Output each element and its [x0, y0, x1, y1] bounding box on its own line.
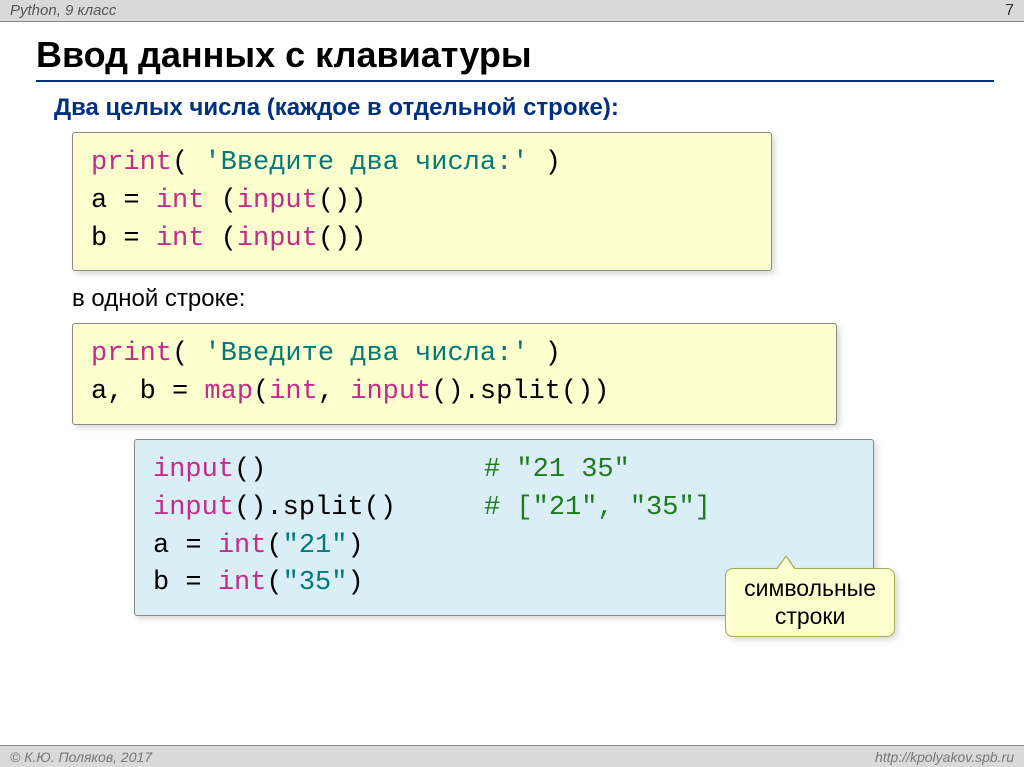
code-line: input()# "21 35": [153, 452, 855, 490]
token-punct: (): [234, 452, 484, 490]
token-punct: ().split()): [431, 377, 609, 407]
text-line: в одной строке:: [72, 285, 994, 313]
token-punct: ()): [318, 186, 367, 216]
slide-header: Python, 9 класс 7: [0, 0, 1024, 22]
token-string: 'Введите два числа:': [188, 148, 544, 178]
token-punct: (: [266, 531, 282, 561]
token-punct: (: [172, 148, 188, 178]
token-func: int: [218, 568, 267, 598]
slide-title: Ввод данных с клавиатуры: [36, 34, 994, 82]
code-line: a = int("21"): [153, 528, 855, 566]
token-comment: # ["21", "35"]: [484, 493, 711, 523]
token-func: input: [153, 455, 234, 485]
token-keyword: print: [91, 148, 172, 178]
token-punct: (: [266, 568, 282, 598]
code-line: a, b = map(int, input().split()): [91, 374, 818, 412]
token-func: input: [237, 186, 318, 216]
token-string: 'Введите два числа:': [188, 339, 544, 369]
footer-left: © К.Ю. Поляков, 2017: [10, 749, 152, 765]
token-comment: # "21 35": [484, 455, 630, 485]
token-func: input: [237, 224, 318, 254]
token-func: map: [204, 377, 253, 407]
code-block-1: print( 'Введите два числа:' ) a = int (i…: [72, 132, 772, 271]
callout-box: символьные строки: [725, 568, 895, 637]
callout-line1: символьные: [744, 575, 876, 601]
token-var: b =: [91, 224, 156, 254]
slide-footer: © К.Ю. Поляков, 2017 http://kpolyakov.sp…: [0, 745, 1024, 767]
token-punct: ): [347, 568, 363, 598]
token-punct: (: [221, 186, 237, 216]
token-var: a, b =: [91, 377, 204, 407]
section-subtitle: Два целых числа (каждое в отдельной стро…: [54, 94, 994, 122]
callout-line2: строки: [775, 603, 846, 629]
token-func: input: [153, 493, 234, 523]
page-number: 7: [1005, 2, 1014, 20]
token-punct: ): [545, 339, 561, 369]
token-keyword: print: [91, 339, 172, 369]
code-line: b = int (input()): [91, 221, 753, 259]
token-punct: ().split(): [234, 490, 484, 528]
token-string: "21": [283, 531, 348, 561]
token-punct: ): [347, 531, 363, 561]
token-var: a =: [91, 186, 156, 216]
token-punct: (: [172, 339, 188, 369]
token-var: a =: [153, 531, 218, 561]
token-punct: ): [545, 148, 561, 178]
code-line: a = int (input()): [91, 183, 753, 221]
token-punct: (: [221, 224, 237, 254]
token-func: input: [350, 377, 431, 407]
token-punct: (: [253, 377, 269, 407]
code-block-2: print( 'Введите два числа:' ) a, b = map…: [72, 323, 837, 425]
header-left: Python, 9 класс: [10, 2, 116, 19]
token-punct: ,: [318, 377, 350, 407]
slide-body: Ввод данных с клавиатуры Два целых числа…: [0, 22, 1024, 616]
token-string: "35": [283, 568, 348, 598]
token-func: int: [156, 186, 221, 216]
token-var: b =: [153, 568, 218, 598]
code-line: print( 'Введите два числа:' ): [91, 336, 818, 374]
code-line: input().split()# ["21", "35"]: [153, 490, 855, 528]
code-block-3: input()# "21 35" input().split()# ["21",…: [134, 439, 874, 616]
token-punct: ()): [318, 224, 367, 254]
footer-right: http://kpolyakov.spb.ru: [875, 749, 1014, 765]
token-func: int: [218, 531, 267, 561]
code-line: print( 'Введите два числа:' ): [91, 145, 753, 183]
token-func: int: [269, 377, 318, 407]
token-func: int: [156, 224, 221, 254]
